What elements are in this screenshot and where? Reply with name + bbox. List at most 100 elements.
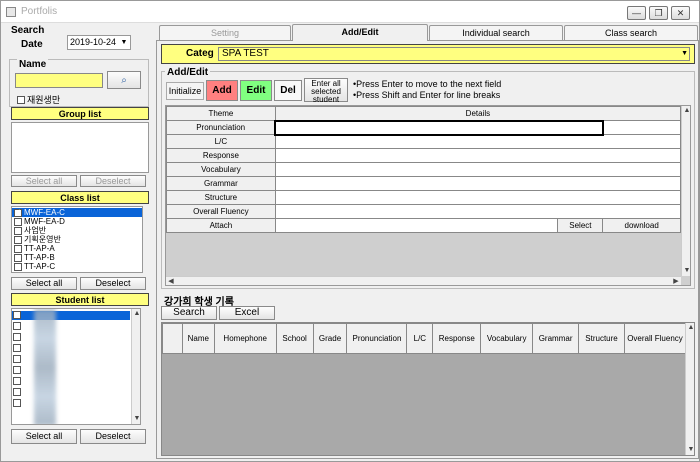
col-grammar: Grammar [532, 323, 580, 354]
scroll-up-arrow-icon[interactable]: ▲ [132, 309, 140, 319]
details-cell[interactable] [274, 148, 682, 163]
records-vscrollbar[interactable]: ▲ ▼ [685, 323, 694, 455]
add-edit-title: Add/Edit [165, 67, 211, 78]
restore-button[interactable]: ❐ [649, 6, 668, 20]
blurred-student-names [34, 309, 56, 424]
chevron-down-icon[interactable]: ▼ [119, 37, 129, 48]
row-vocabulary: Vocabulary [166, 162, 276, 177]
name-input[interactable] [15, 73, 103, 88]
theme-grid: Theme Details Pronunciation L/C Response… [165, 105, 691, 286]
col-response: Response [432, 323, 482, 354]
col-structure: Structure [578, 323, 625, 354]
row-grammar: Grammar [166, 176, 276, 191]
date-value: 2019-10-24 [70, 37, 117, 47]
col-pronunciation: Pronunciation [346, 323, 408, 354]
search-label: Search [11, 25, 45, 36]
initialize-button[interactable]: Initialize [166, 82, 204, 100]
tab-add-edit[interactable]: Add/Edit [292, 24, 428, 41]
chevron-down-icon[interactable]: ▼ [681, 48, 688, 60]
col-overall-fluency: Overall Fluency [623, 323, 687, 354]
col-name: Name [181, 323, 215, 354]
row-attach: Attach [166, 218, 276, 233]
student-listbox[interactable]: ▲ ▼ [11, 308, 141, 425]
scroll-up-arrow-icon[interactable]: ▲ [686, 323, 694, 333]
checkbox-checked-icon[interactable]: ✓ [14, 208, 22, 217]
class-select-all-button[interactable]: Select all [11, 277, 77, 290]
del-button[interactable]: Del [274, 80, 302, 101]
details-cell[interactable] [274, 176, 682, 191]
enrolled-only-label: 재원생만 [27, 95, 61, 105]
class-item[interactable]: TT-AP-A [12, 244, 142, 253]
student-checkboxes[interactable] [13, 311, 23, 410]
records-excel-button[interactable]: Excel [219, 306, 275, 320]
tab-individual-search[interactable]: Individual search [429, 25, 563, 40]
row-response: Response [166, 148, 276, 163]
name-label: Name [17, 59, 49, 70]
scroll-up-arrow-icon[interactable]: ▲ [682, 106, 690, 116]
scroll-left-arrow-icon[interactable]: ◀ [166, 277, 176, 285]
name-search-button[interactable]: ⌕ [107, 71, 141, 89]
group-listbox[interactable] [11, 122, 149, 173]
add-button[interactable]: Add [206, 80, 238, 101]
class-item[interactable]: TT-AP-B [12, 253, 142, 262]
details-cell[interactable] [274, 134, 682, 149]
class-item[interactable]: MWF-EA-D [12, 217, 142, 226]
col-details: Details [274, 106, 682, 121]
categ-bar: Categ SPA TEST ▼ [161, 44, 695, 64]
grid-vscrollbar[interactable]: ▲ ▼ [681, 106, 690, 276]
records-grid: Name Homephone School Grade Pronunciatio… [161, 322, 695, 456]
checkbox-box[interactable] [17, 95, 25, 104]
details-cell[interactable] [274, 119, 604, 136]
student-list-header: Student list [11, 293, 149, 306]
details-cell[interactable] [274, 204, 682, 219]
details-cell[interactable] [274, 162, 682, 177]
student-selected-row[interactable] [12, 311, 130, 320]
app-icon [6, 7, 16, 17]
attach-download-button[interactable]: download [602, 218, 681, 233]
hint-text: •Press Enter to move to the next field •… [353, 79, 502, 100]
date-label: Date [21, 39, 43, 50]
binoculars-icon: ⌕ [121, 75, 127, 86]
enter-all-selected-button[interactable]: Enter all selected student [304, 78, 348, 104]
student-scrollbar[interactable]: ▲ ▼ [131, 309, 140, 424]
row-overall-fluency: Overall Fluency [166, 204, 276, 219]
scroll-right-arrow-icon[interactable]: ▶ [671, 277, 681, 285]
categ-select[interactable]: SPA TEST ▼ [218, 47, 690, 61]
class-item[interactable]: 기획운영반 [12, 235, 142, 244]
attach-cell[interactable] [274, 218, 559, 233]
col-grade: Grade [312, 323, 348, 354]
categ-value: SPA TEST [222, 48, 269, 59]
col-lc: L/C [406, 323, 434, 354]
class-deselect-button[interactable]: Deselect [80, 277, 146, 290]
group-deselect-button[interactable]: Deselect [80, 175, 146, 187]
categ-label: Categ [186, 48, 214, 59]
col-homephone: Homephone [213, 323, 277, 354]
enrolled-only-checkbox[interactable]: 재원생만 [17, 93, 60, 106]
col-theme: Theme [166, 106, 276, 121]
class-item[interactable]: 사업반 [12, 226, 142, 235]
row-lc: L/C [166, 134, 276, 149]
tab-class-search[interactable]: Class search [564, 25, 698, 40]
col-school: School [275, 323, 314, 354]
details-cell[interactable] [274, 190, 682, 205]
group-list-header: Group list [11, 107, 149, 120]
student-deselect-button[interactable]: Deselect [80, 429, 146, 444]
attach-select-button[interactable]: Select [557, 218, 604, 233]
class-listbox[interactable]: ✓ MWF-EA-C MWF-EA-D 사업반 기획운영반 TT-AP-A TT-… [11, 206, 143, 273]
records-search-button[interactable]: Search [161, 306, 217, 320]
scroll-down-arrow-icon[interactable]: ▼ [132, 414, 140, 424]
group-select-all-button[interactable]: Select all [11, 175, 77, 187]
student-select-all-button[interactable]: Select all [11, 429, 77, 444]
scroll-down-arrow-icon[interactable]: ▼ [682, 266, 690, 276]
tab-setting[interactable]: Setting [159, 25, 291, 40]
window-title: Portfolis [21, 6, 58, 17]
class-item[interactable]: ✓ MWF-EA-C [12, 208, 142, 217]
close-button[interactable]: ✕ [671, 6, 690, 20]
main-window: Portfolis — ❐ ✕ Search Date 2019-10-24 ▼… [0, 0, 700, 462]
date-picker[interactable]: 2019-10-24 ▼ [67, 35, 131, 50]
scroll-down-arrow-icon[interactable]: ▼ [686, 445, 694, 455]
class-item[interactable]: TT-AP-C [12, 262, 142, 271]
grid-hscrollbar[interactable]: ◀ ▶ [166, 276, 681, 285]
minimize-button[interactable]: — [627, 6, 646, 20]
edit-button[interactable]: Edit [240, 80, 272, 101]
